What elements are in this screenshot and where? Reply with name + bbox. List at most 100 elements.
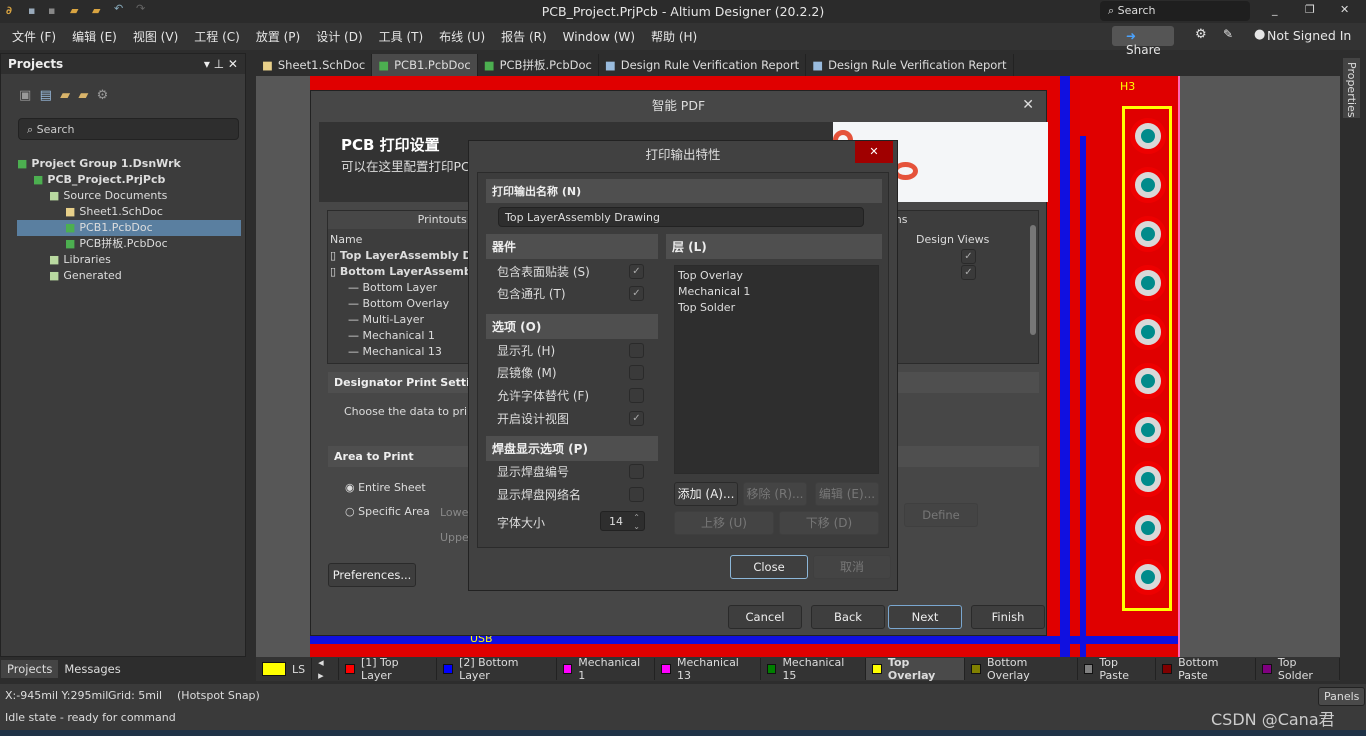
layer-tab[interactable]: [1] Top Layer: [339, 656, 438, 682]
tab-messages[interactable]: Messages: [58, 660, 126, 678]
define-button[interactable]: Define: [904, 503, 978, 527]
close-icon[interactable]: ✕: [855, 141, 893, 163]
specific-area-radio[interactable]: ○ Specific Area: [345, 505, 430, 518]
move-up-button[interactable]: 上移 (U): [674, 511, 774, 535]
design-views-checkbox[interactable]: ✓: [629, 411, 644, 426]
menu-place[interactable]: 放置 (P): [256, 28, 300, 45]
printout-name-input[interactable]: Top LayerAssembly Drawing: [498, 207, 864, 227]
doc-tab[interactable]: ■ Sheet1.SchDoc: [256, 54, 373, 76]
tree-item[interactable]: ■ Project Group 1.DsnWrk: [17, 156, 241, 172]
layer-list-item[interactable]: Top Overlay: [678, 269, 743, 282]
menu-help[interactable]: 帮助 (H): [651, 28, 697, 45]
layer-list-item[interactable]: Mechanical 1: [678, 285, 750, 298]
printout-row[interactable]: — Bottom Overlay: [348, 297, 449, 310]
printout-row[interactable]: ▯ Top LayerAssembly Dra: [330, 249, 485, 262]
report-icon: ■: [812, 58, 824, 72]
doc-tab[interactable]: ■ Design Rule Verification Report: [599, 54, 807, 76]
back-button[interactable]: Back: [811, 605, 885, 629]
pad-numbers-checkbox[interactable]: [629, 464, 644, 479]
doc-tab[interactable]: ■ PCB拼板.PcbDoc: [478, 54, 599, 76]
notifications-off-icon[interactable]: ✎: [1223, 27, 1233, 41]
menu-route[interactable]: 布线 (U): [439, 28, 485, 45]
menu-reports[interactable]: 报告 (R): [501, 28, 547, 45]
folder-settings-icon[interactable]: ▰: [78, 88, 88, 103]
copy-icon[interactable]: ▤: [40, 88, 52, 103]
tree-item[interactable]: ■ Sheet1.SchDoc: [17, 204, 241, 220]
folder-search-icon[interactable]: ▰: [60, 88, 70, 103]
layer-tab[interactable]: Mechanical 13: [655, 656, 761, 682]
layer-tab[interactable]: [2] Bottom Layer: [437, 656, 557, 682]
panel-title: Projects: [8, 57, 64, 71]
tree-item[interactable]: ■ PCB1.PcbDoc: [17, 220, 241, 236]
layer-tab[interactable]: Mechanical 15: [761, 656, 867, 682]
tree-item[interactable]: ■ PCB_Project.PrjPcb: [17, 172, 241, 188]
menu-window[interactable]: Window (W): [563, 30, 635, 44]
layer-tab[interactable]: Bottom Overlay: [965, 656, 1078, 682]
edit-layer-button[interactable]: 编辑 (E)...: [815, 482, 879, 506]
sign-in-menu[interactable]: Not Signed In: [1267, 28, 1351, 43]
tab-projects[interactable]: Projects: [1, 660, 59, 678]
cancel-button[interactable]: Cancel: [728, 605, 802, 629]
printout-row[interactable]: — Mechanical 13: [348, 345, 442, 358]
gear-icon[interactable]: ⚙: [1195, 27, 1207, 42]
next-button[interactable]: Next: [888, 605, 962, 629]
save-icon[interactable]: ▣: [19, 88, 31, 103]
menu-edit[interactable]: 编辑 (E): [72, 28, 117, 45]
cancel-button[interactable]: 取消: [813, 555, 891, 579]
panels-button[interactable]: Panels: [1318, 687, 1366, 706]
scrollbar[interactable]: [1030, 225, 1036, 335]
layer-tab[interactable]: Top Solder: [1256, 656, 1340, 682]
printout-row[interactable]: — Mechanical 1: [348, 329, 435, 342]
layer-tab[interactable]: Bottom Paste: [1156, 656, 1257, 682]
layer-tab[interactable]: Mechanical 1: [557, 656, 656, 682]
doc-tab[interactable]: ■ PCB1.PcbDoc: [372, 54, 478, 76]
menu-design[interactable]: 设计 (D): [316, 28, 362, 45]
user-icon[interactable]: ●: [1254, 27, 1265, 42]
move-down-button[interactable]: 下移 (D): [779, 511, 879, 535]
add-layer-button[interactable]: 添加 (A)...: [674, 482, 738, 506]
global-search[interactable]: ⌕ Search: [1100, 1, 1250, 21]
tree-item[interactable]: ■ Libraries: [17, 252, 241, 268]
layer-tab[interactable]: Top Paste: [1078, 656, 1157, 682]
menu-view[interactable]: 视图 (V): [133, 28, 178, 45]
entire-sheet-radio[interactable]: ◉ Entire Sheet: [345, 481, 426, 494]
include-smt-checkbox[interactable]: ✓: [629, 264, 644, 279]
close-icon[interactable]: ✕: [1022, 97, 1034, 113]
close-icon[interactable]: ✕: [1340, 3, 1349, 16]
panel-controls-icon[interactable]: ▾ ⊥ ✕: [204, 57, 238, 71]
tree-item[interactable]: ■ PCB拼板.PcbDoc: [17, 236, 241, 252]
remove-layer-button[interactable]: 移除 (R)...: [743, 482, 807, 506]
font-sub-checkbox[interactable]: [629, 388, 644, 403]
close-button[interactable]: Close: [730, 555, 808, 579]
design-views-checkbox[interactable]: ✓: [961, 265, 976, 280]
layer-scroll-arrows-icon[interactable]: ◂ ▸: [312, 656, 340, 682]
restore-icon[interactable]: ❐: [1305, 3, 1315, 16]
printout-row[interactable]: ▯ Bottom LayerAssembly: [330, 265, 483, 278]
preferences-button[interactable]: Preferences...: [328, 563, 416, 587]
minimize-icon[interactable]: _: [1272, 3, 1278, 16]
current-layer-indicator[interactable]: LS: [256, 658, 313, 680]
tree-item[interactable]: ■ Generated: [17, 268, 241, 284]
font-size-spinner[interactable]: 14 ⌃ ⌄: [600, 511, 645, 531]
tree-item[interactable]: ■ Source Documents: [17, 188, 241, 204]
layer-list-item[interactable]: Top Solder: [678, 301, 735, 314]
menu-project[interactable]: 工程 (C): [194, 28, 240, 45]
gear-icon[interactable]: ⚙: [97, 88, 109, 103]
project-search-input[interactable]: ⌕ Search: [18, 118, 239, 140]
spinner-arrows-icon[interactable]: ⌃ ⌄: [633, 513, 640, 531]
menu-file[interactable]: 文件 (F): [12, 28, 56, 45]
printout-row[interactable]: — Multi-Layer: [348, 313, 424, 326]
design-views-checkbox[interactable]: ✓: [961, 249, 976, 264]
include-th-checkbox[interactable]: ✓: [629, 286, 644, 301]
share-button[interactable]: ➜ Share: [1112, 26, 1174, 57]
show-holes-checkbox[interactable]: [629, 343, 644, 358]
doc-tab-label: PCB1.PcbDoc: [394, 58, 471, 72]
finish-button[interactable]: Finish: [971, 605, 1045, 629]
pad-nets-checkbox[interactable]: [629, 487, 644, 502]
doc-tab[interactable]: ■ Design Rule Verification Report: [806, 54, 1014, 76]
printout-row[interactable]: — Bottom Layer: [348, 281, 437, 294]
layer-tab[interactable]: Top Overlay: [866, 656, 966, 682]
properties-tab[interactable]: Properties: [1343, 58, 1360, 118]
mirror-checkbox[interactable]: [629, 365, 644, 380]
menu-tools[interactable]: 工具 (T): [379, 28, 424, 45]
